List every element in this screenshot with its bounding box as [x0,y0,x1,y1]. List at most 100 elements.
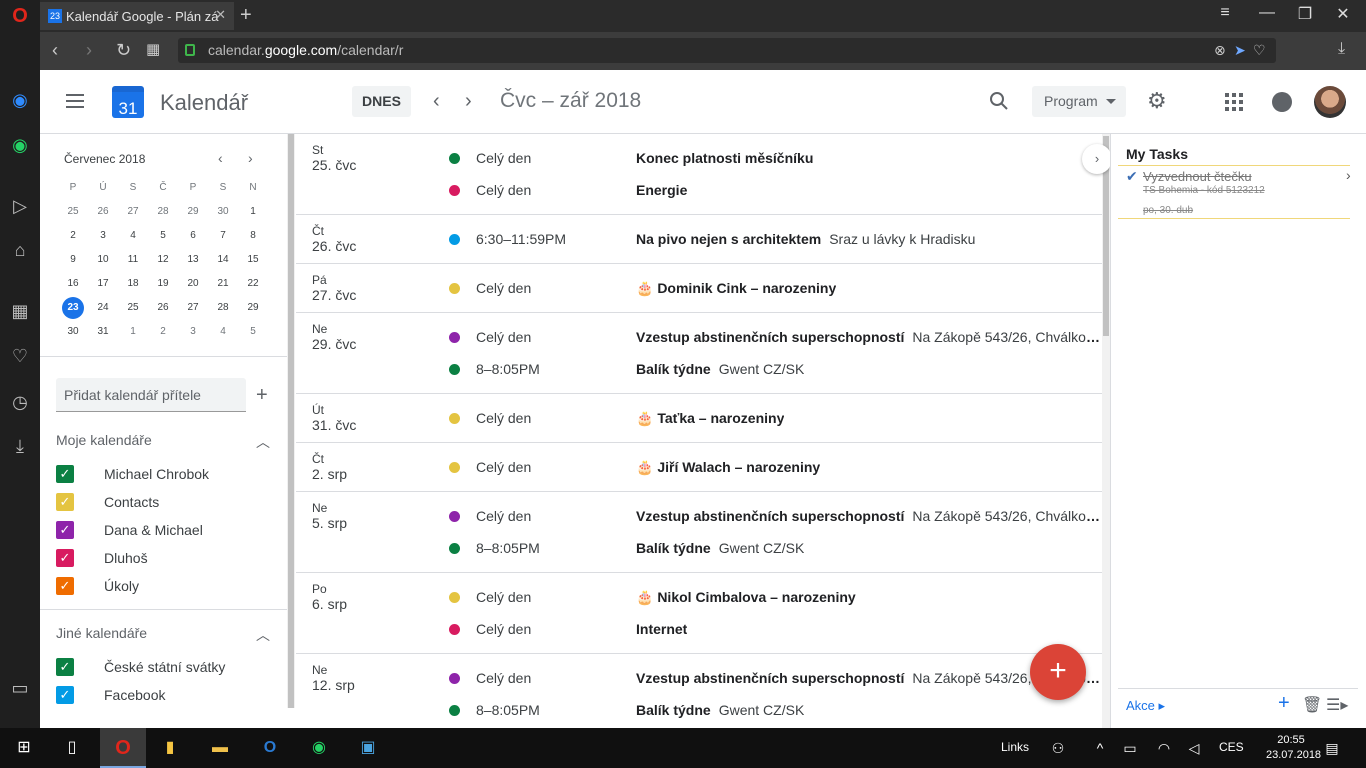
event-row[interactable]: 8–8:05PM Balík týdne Gwent CZ/SK [296,532,1102,564]
calendar-item[interactable]: ✓ Dluhoš [56,544,148,572]
mini-calendar-day[interactable]: 11 [118,248,148,272]
mini-calendar-day[interactable]: 16 [58,272,88,296]
schedule-scrollbar[interactable] [1102,134,1110,728]
mini-calendar-day[interactable]: 7 [208,224,238,248]
event-row[interactable]: Celý den Vzestup abstinenčních superschop… [296,321,1102,353]
checkbox[interactable]: ✓ [56,686,74,704]
calendar-item[interactable]: ✓ České státní svátky [56,653,225,681]
mini-calendar-day[interactable]: 10 [88,248,118,272]
mini-calendar-day[interactable]: 6 [178,224,208,248]
mini-calendar-day[interactable]: 27 [178,296,208,320]
mini-calendar-day[interactable]: 21 [208,272,238,296]
checkbox[interactable]: ✓ [56,521,74,539]
mini-calendar-day[interactable]: 26 [148,296,178,320]
input-language[interactable]: CES [1219,740,1244,754]
bookmarks-heart-icon[interactable]: ♡ [8,344,32,368]
mini-calendar-day[interactable]: 3 [178,320,208,344]
download-icon[interactable]: ⤓ [1338,40,1345,58]
minimize-icon[interactable]: — [1252,4,1282,22]
today-button[interactable]: DNES [352,86,411,117]
forward-icon[interactable]: › [86,40,92,61]
mini-next-month-icon[interactable]: › [248,150,253,166]
opera-logo-icon[interactable]: O [8,4,32,28]
calendar-item[interactable]: ✓ Dana & Michael [56,516,203,544]
mini-calendar-day[interactable]: 29 [238,296,268,320]
reader-app-icon[interactable]: ▣ [356,736,380,760]
view-selector[interactable]: Program [1032,86,1126,117]
tab-menu-icon[interactable]: ≡ [1210,4,1240,22]
messenger-icon[interactable]: ◉ [8,88,32,112]
event-row[interactable]: Celý den Vzestup abstinenčních superschop… [296,662,1102,694]
wifi-icon[interactable]: ◠ [1154,736,1174,760]
volume-icon[interactable]: ◁ [1184,736,1204,760]
event-row[interactable]: Celý den Konec platnosti měsíčníku [296,142,1102,174]
avatar[interactable] [1314,86,1346,118]
mini-calendar-day[interactable]: 22 [238,272,268,296]
mini-calendar-day[interactable]: 4 [118,224,148,248]
mini-calendar-day[interactable]: 5 [148,224,178,248]
search-icon[interactable] [989,91,1009,111]
camera-icon[interactable]: ⌂ [8,238,32,262]
whatsapp-app-icon[interactable]: ◉ [307,736,331,760]
action-center-icon[interactable]: ▤ [1322,736,1342,760]
mini-calendar-day[interactable]: 13 [178,248,208,272]
checkbox[interactable]: ✓ [56,658,74,676]
speed-dial-icon[interactable]: ▦ [8,299,32,323]
back-icon[interactable]: ‹ [52,40,58,61]
mini-calendar-day[interactable]: 25 [58,200,88,224]
my-calendars-header[interactable]: Moje kalendáře [56,432,152,448]
event-row[interactable]: 6:30–11:59PM Na pivo nejen s architektem S… [296,223,1102,255]
event-row[interactable]: Celý den 🎂 Dominik Cink – narozeniny [296,272,1102,304]
file-explorer-icon[interactable]: ▬ [208,736,232,760]
calendar-item[interactable]: ✓ Úkoly [56,572,139,600]
task-check-icon[interactable]: ✔ [1126,168,1138,185]
mini-calendar-day[interactable]: 5 [238,320,268,344]
checkbox[interactable]: ✓ [56,577,74,595]
mini-calendar-day[interactable]: 30 [208,200,238,224]
mini-calendar-day[interactable]: 2 [148,320,178,344]
sidebar-toggle-icon[interactable]: ▭ [8,676,32,700]
sidebar-scrollbar[interactable] [287,134,295,708]
next-period-icon[interactable]: › [465,90,472,113]
close-window-icon[interactable]: ✕ [1328,4,1358,24]
event-row[interactable]: Celý den 🎂 Taťka – narozeniny [296,402,1102,434]
mini-calendar-day[interactable]: 31 [88,320,118,344]
reload-icon[interactable]: ↻ [116,40,131,61]
new-tab-icon[interactable]: + [240,4,252,26]
mini-calendar-day[interactable]: 26 [88,200,118,224]
task-view-icon[interactable]: ▯ [60,736,84,760]
mini-calendar-day[interactable]: 4 [208,320,238,344]
tasks-actions-link[interactable]: Akce ▸ [1126,698,1165,714]
mini-calendar-day[interactable]: 14 [208,248,238,272]
add-calendar-plus-icon[interactable]: + [256,384,268,407]
google-apps-icon[interactable] [1225,93,1243,111]
people-icon[interactable]: ⚇ [1048,736,1068,760]
send-icon[interactable]: ▷ [8,194,32,218]
event-row[interactable]: Celý den 🎂 Jiří Walach – narozeniny [296,451,1102,483]
event-row[interactable]: Celý den Internet [296,613,1102,645]
delete-task-icon[interactable]: 🗑 [1302,695,1322,715]
close-tab-icon[interactable]: ✕ [215,7,226,23]
whatsapp-icon[interactable]: ◉ [8,133,32,157]
create-event-button[interactable]: + [1030,644,1086,700]
tabs-grid-icon[interactable]: ▦ [146,40,160,58]
windows-start-icon[interactable]: ⊞ [12,736,36,760]
add-task-icon[interactable]: + [1278,692,1290,715]
task-lists-icon[interactable]: ☰▸ [1326,695,1348,715]
mini-calendar-day[interactable]: 8 [238,224,268,248]
checkbox[interactable]: ✓ [56,493,74,511]
outlook-icon[interactable]: O [258,736,282,760]
task-details-chevron-icon[interactable]: › [1346,167,1351,183]
add-friend-calendar-input[interactable]: Přidat kalendář přítele [56,378,246,412]
heart-icon[interactable]: ♡ [1253,42,1266,59]
calendar-item[interactable]: ✓ Contacts [56,488,159,516]
mini-prev-month-icon[interactable]: ‹ [218,150,223,166]
maximize-icon[interactable]: ❐ [1290,4,1320,24]
event-row[interactable]: Celý den Energie [296,174,1102,206]
mini-calendar-day[interactable]: 23 [58,296,88,320]
url-field[interactable]: calendar.google.com/calendar/r [178,38,1276,63]
mini-calendar-day[interactable]: 27 [118,200,148,224]
mini-calendar-day[interactable]: 25 [118,296,148,320]
event-row[interactable]: Celý den Vzestup abstinenčních superschop… [296,500,1102,532]
calendar-item[interactable]: ✓ Michael Chrobok [56,460,209,488]
